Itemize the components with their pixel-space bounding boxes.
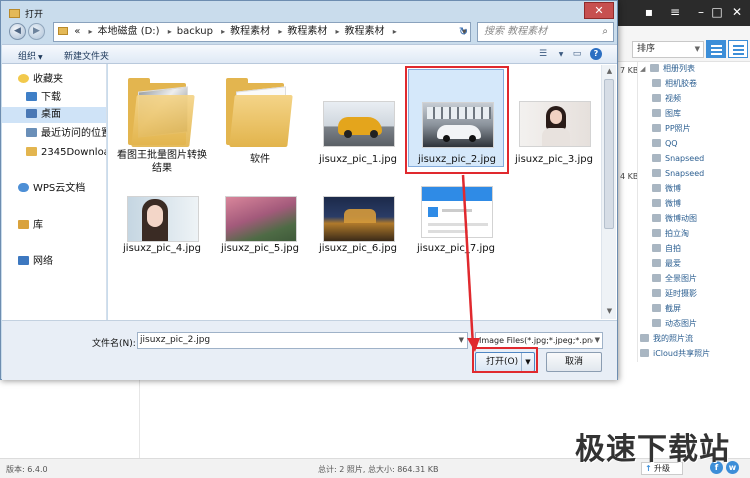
annotation-arrow xyxy=(461,174,480,352)
arrow-line xyxy=(461,174,475,347)
arrow-head xyxy=(467,338,480,352)
